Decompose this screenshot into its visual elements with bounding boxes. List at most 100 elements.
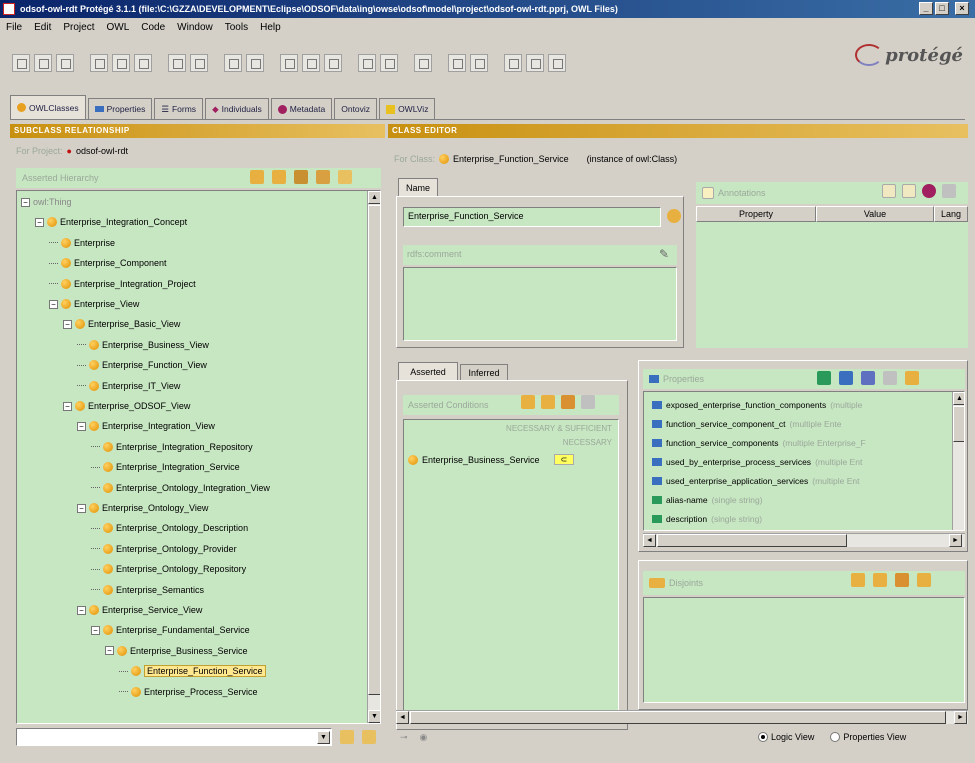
tree-node[interactable]: Enterprise_Ontology_Description <box>91 519 248 537</box>
rdfs-comment-field[interactable] <box>403 267 677 341</box>
radio-selected-icon[interactable] <box>758 732 768 742</box>
property-row[interactable]: function_service_component_ct (multiple E… <box>652 415 842 432</box>
collapse-node-icon[interactable]: − <box>91 625 100 635</box>
classify-icon[interactable] <box>280 54 298 72</box>
scroll-thumb[interactable] <box>410 711 946 724</box>
tree-node[interactable]: − Enterprise_Service_View <box>77 601 202 619</box>
column-property[interactable]: Property <box>696 206 816 222</box>
forward-icon[interactable] <box>246 54 264 72</box>
tree-node[interactable]: − Enterprise_Fundamental_Service <box>91 621 250 639</box>
class-search-input[interactable]: ▼ <box>16 728 332 746</box>
remove-all-siblings-icon[interactable] <box>895 573 909 587</box>
menu-help[interactable]: Help <box>260 22 281 33</box>
class-name-field[interactable]: Enterprise_Function_Service <box>403 207 661 227</box>
list-icon[interactable] <box>448 54 466 72</box>
scroll-up-icon[interactable]: ▲ <box>953 392 964 405</box>
tree-node[interactable]: − Enterprise_ODSOF_View <box>63 397 190 415</box>
rdf-icon[interactable] <box>380 54 398 72</box>
remove-property-icon[interactable] <box>883 371 897 385</box>
tree-node[interactable]: − Enterprise_Business_Service <box>105 642 248 660</box>
properties-list[interactable]: exposed_enterprise_function_components (m… <box>643 391 965 531</box>
delete-class-icon[interactable] <box>294 170 308 184</box>
grid-icon[interactable] <box>470 54 488 72</box>
scroll-right-icon[interactable]: ► <box>949 534 962 547</box>
expand-icon[interactable] <box>316 170 330 184</box>
tree-node[interactable]: Enterprise_Component <box>49 254 167 272</box>
property-row[interactable]: used_enterprise_application_services (mul… <box>652 472 859 489</box>
property-row[interactable]: exposed_enterprise_function_components (m… <box>652 396 862 413</box>
tab-metadata[interactable]: Metadata <box>270 98 333 119</box>
scroll-thumb[interactable] <box>368 205 380 695</box>
scroll-right-icon[interactable]: ► <box>954 711 967 724</box>
conditions-list[interactable]: NECESSARY & SUFFICIENT NECESSARY Enterpr… <box>403 419 619 719</box>
create-subclass-icon[interactable] <box>250 170 264 184</box>
check-consistency-icon[interactable] <box>302 54 320 72</box>
tree-node[interactable]: Enterprise_Ontology_Provider <box>91 540 237 558</box>
collapse-node-icon[interactable]: − <box>21 197 30 207</box>
remove-condition-icon[interactable] <box>561 395 575 409</box>
save-project-icon[interactable] <box>56 54 74 72</box>
scroll-thumb[interactable] <box>657 534 847 547</box>
tree-node[interactable]: Enterprise_Function_View <box>77 356 207 374</box>
collapse-node-icon[interactable]: − <box>105 646 114 656</box>
collapse-node-icon[interactable]: − <box>77 605 86 615</box>
close-button[interactable]: × <box>955 2 969 15</box>
menu-tools[interactable]: Tools <box>225 22 248 33</box>
tree-node[interactable]: Enterprise_IT_View <box>77 377 180 395</box>
back-icon[interactable] <box>224 54 242 72</box>
tree-node[interactable]: − Enterprise_View <box>49 295 139 313</box>
scroll-left-icon[interactable]: ◄ <box>396 711 409 724</box>
tree-vertical-scrollbar[interactable]: ▲ ▼ <box>367 191 380 723</box>
menu-project[interactable]: Project <box>63 22 94 33</box>
condition-item[interactable]: Enterprise_Business_Service ⊂ <box>408 454 575 465</box>
add-restriction-icon[interactable] <box>905 371 919 385</box>
tree-node[interactable]: Enterprise_Process_Service <box>119 683 258 701</box>
add-disjoint-icon[interactable] <box>851 573 865 587</box>
find-class-icon[interactable] <box>362 730 376 744</box>
properties-vertical-scrollbar[interactable]: ▲ <box>952 392 964 530</box>
tab-owlviz[interactable]: OWLViz <box>379 98 436 119</box>
left-arrow-icon[interactable] <box>504 54 522 72</box>
comment-edit-icon[interactable]: ✎ <box>659 247 669 261</box>
scroll-left-icon[interactable]: ◄ <box>643 534 656 547</box>
menu-file[interactable]: File <box>6 22 22 33</box>
tree-node[interactable]: − owl:Thing <box>21 193 72 211</box>
tab-individuals[interactable]: ◆ Individuals <box>205 98 269 119</box>
tree-node[interactable]: − Enterprise_Integration_Concept <box>35 213 187 231</box>
properties-view-radio[interactable]: Properties View <box>830 732 906 742</box>
logic-view-radio[interactable]: Logic View <box>758 732 814 742</box>
tree-node[interactable]: Enterprise_Integration_Repository <box>91 438 253 456</box>
delete-disjoint-icon[interactable] <box>917 573 931 587</box>
minimize-button[interactable]: _ <box>919 2 933 15</box>
collapse-node-icon[interactable]: − <box>35 217 44 227</box>
properties-horizontal-scrollbar[interactable]: ◄ ► <box>643 533 965 547</box>
property-row[interactable]: function_service_components (multiple Ent… <box>652 434 866 451</box>
menu-owl[interactable]: OWL <box>106 22 129 33</box>
tab-ontoviz[interactable]: Ontoviz <box>334 98 378 119</box>
tree-node[interactable]: Enterprise_Ontology_Integration_View <box>91 479 270 497</box>
cut-icon[interactable] <box>90 54 108 72</box>
add-annotation-icon[interactable] <box>882 184 896 198</box>
maximize-button[interactable]: □ <box>935 2 949 15</box>
dropdown-arrow-icon[interactable]: ▼ <box>317 731 330 744</box>
disjoints-list[interactable] <box>643 597 965 703</box>
menu-code[interactable]: Code <box>141 22 165 33</box>
tab-forms[interactable]: ☰ Forms <box>154 98 204 119</box>
new-project-icon[interactable] <box>12 54 30 72</box>
radio-unselected-icon[interactable] <box>830 732 841 742</box>
collapse-node-icon[interactable]: − <box>77 503 86 513</box>
info-icon[interactable]: ◉ <box>420 732 428 743</box>
copy-icon[interactable] <box>112 54 130 72</box>
open-project-icon[interactable] <box>34 54 52 72</box>
property-row[interactable]: alias-name (single string) <box>652 491 763 508</box>
paste-icon[interactable] <box>134 54 152 72</box>
add-all-siblings-icon[interactable] <box>873 573 887 587</box>
scroll-up-icon[interactable]: ▲ <box>368 191 380 204</box>
compute-inferred-icon[interactable] <box>324 54 342 72</box>
tab-inferred[interactable]: Inferred <box>460 364 508 380</box>
tree-node[interactable]: − Enterprise_Basic_View <box>63 315 180 333</box>
add-property-icon[interactable] <box>861 371 875 385</box>
create-sibling-icon[interactable] <box>272 170 286 184</box>
annotation-individual-icon[interactable] <box>922 184 936 198</box>
menu-edit[interactable]: Edit <box>34 22 51 33</box>
